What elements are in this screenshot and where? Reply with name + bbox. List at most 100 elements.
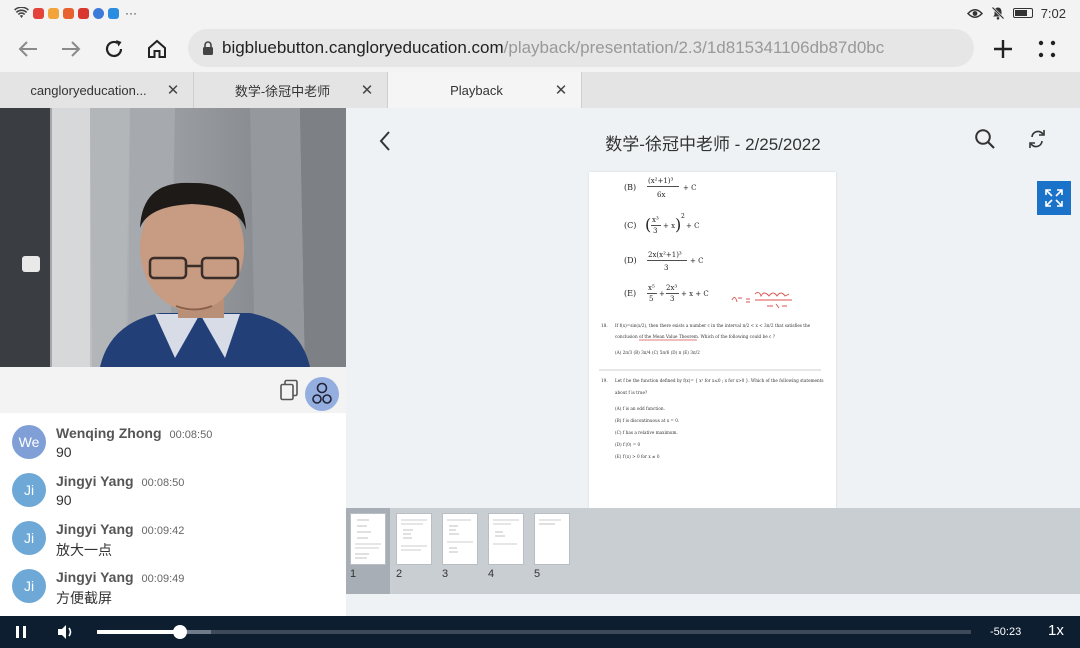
time-remaining: -50:23	[990, 626, 1022, 638]
thumbnail[interactable]: 4	[484, 508, 528, 594]
sender-name: Jingyi Yang	[56, 569, 134, 585]
message-time[interactable]: 00:08:50	[170, 429, 213, 441]
player-controls: -50:23 1x	[0, 616, 1080, 648]
webcam-video[interactable]	[0, 108, 346, 367]
message-body: Jingyi Yang 00:09:49 方便截屏	[56, 569, 184, 606]
svg-text:3: 3	[670, 295, 674, 303]
thumbnail[interactable]: 5	[530, 508, 574, 594]
svg-text:+ x + C: + x + C	[681, 290, 709, 298]
thumbnail-page	[534, 513, 570, 565]
thumbnail-page	[350, 513, 386, 565]
svg-text:+ C: + C	[690, 257, 703, 265]
menu-button[interactable]	[1027, 29, 1067, 69]
clock: 7:02	[1040, 5, 1066, 21]
new-tab-button[interactable]	[983, 29, 1023, 69]
message-header: Jingyi Yang 00:09:49	[56, 569, 184, 585]
copy-button[interactable]	[279, 379, 299, 406]
swap-layout-icon	[312, 382, 332, 404]
avatar: Ji	[12, 473, 46, 507]
svg-text:(C) f has a relative maximum: (C) f has a relative maximum.	[615, 430, 678, 435]
search-icon	[975, 129, 995, 149]
message-body: Jingyi Yang 00:08:50 90	[56, 473, 184, 509]
reload-button[interactable]	[94, 29, 134, 69]
status-right: 7:02	[966, 5, 1066, 21]
back-button[interactable]	[8, 29, 48, 69]
tab-playback[interactable]: Playback ✕	[388, 72, 582, 108]
svg-text:conclusion of the Mean Value T: conclusion of the Mean Value Theorem. Wh…	[615, 334, 776, 339]
chat-panel[interactable]: We Wenqing Zhong 00:08:50 90 Ji Jingyi Y…	[0, 413, 346, 616]
swap-button[interactable]	[1026, 128, 1050, 152]
sender-name: Jingyi Yang	[56, 473, 134, 489]
message-text: 方便截屏	[56, 590, 112, 606]
thumbnail[interactable]: 2	[392, 508, 436, 594]
thumbnail-number: 2	[396, 568, 403, 580]
expand-icon	[1045, 189, 1063, 207]
message-body: Wenqing Zhong 00:08:50 90	[56, 425, 212, 461]
avatar: We	[12, 425, 46, 459]
presentation-area: 数学-徐冠中老师 - 2/25/2022 (B) (x²+1)³ 6x + C …	[346, 108, 1080, 508]
sender-name: Jingyi Yang	[56, 521, 134, 537]
pause-button[interactable]	[12, 624, 30, 640]
webcam-toolbar	[0, 367, 346, 413]
arrow-right-icon	[62, 41, 81, 57]
svg-text:(D): (D)	[624, 256, 637, 265]
svg-text:18.: 18.	[601, 323, 608, 328]
search-button[interactable]	[974, 128, 998, 152]
screen: ··· 7:02 bigbluebutton.cangloryeducation…	[0, 0, 1080, 648]
seek-handle[interactable]	[173, 625, 188, 639]
progress-bar	[97, 630, 181, 634]
thumbnail[interactable]: 3	[438, 508, 482, 594]
thumbnail-page	[488, 513, 524, 565]
address-bar[interactable]: bigbluebutton.cangloryeducation.com/play…	[188, 29, 974, 67]
url-text: bigbluebutton.cangloryeducation.com/play…	[222, 38, 884, 58]
seek-bar[interactable]	[97, 625, 971, 639]
svg-text:Let f be the function defined: Let f be the function defined by f(x)= {…	[615, 378, 824, 383]
thumbnail-page	[396, 513, 432, 565]
thumbnail-number: 5	[534, 568, 541, 580]
message-time[interactable]: 00:09:42	[142, 525, 185, 537]
svg-text:19.: 19.	[601, 378, 608, 383]
avatar: Ji	[12, 569, 46, 603]
presentation-title: 数学-徐冠中老师 - 2/25/2022	[605, 135, 821, 154]
close-icon[interactable]: ✕	[553, 81, 569, 99]
forward-button[interactable]	[51, 29, 91, 69]
fullscreen-button[interactable]	[1037, 181, 1071, 215]
thumbnail-number: 4	[488, 568, 495, 580]
overflow-indicator: ···	[125, 6, 137, 20]
slide-page[interactable]: (B) (x²+1)³ 6x + C (C) ( x³ 3 + x ) 2 + …	[589, 172, 836, 508]
svg-text:6x: 6x	[657, 191, 665, 199]
tab-label: 数学-徐冠中老师	[234, 83, 331, 99]
svg-text:(: (	[645, 215, 651, 234]
close-icon[interactable]: ✕	[165, 81, 181, 99]
svg-text:+ C: + C	[683, 184, 696, 192]
message-header: Wenqing Zhong 00:08:50	[56, 425, 212, 441]
message-time[interactable]: 00:09:49	[142, 573, 185, 585]
plus-icon	[994, 40, 1012, 58]
thumbnail-number: 3	[442, 568, 449, 580]
arrow-left-icon	[18, 41, 37, 57]
tab-math-class[interactable]: 数学-徐冠中老师 ✕	[194, 72, 388, 108]
message-text: 90	[56, 492, 72, 508]
playback-speed-button[interactable]: 1x	[1048, 622, 1064, 639]
copy-icon	[280, 379, 298, 401]
svg-text:3: 3	[664, 264, 668, 272]
home-button[interactable]	[137, 29, 177, 69]
tab-cangloryeducation[interactable]: cangloryeducation... ✕	[0, 72, 194, 108]
lock-icon	[203, 40, 213, 55]
swap-layout-button[interactable]	[305, 377, 339, 411]
tab-label: cangloryeducation...	[30, 82, 147, 98]
thumbnail[interactable]: 1	[346, 508, 390, 594]
chat-message: Ji Jingyi Yang 00:08:50 90	[0, 461, 346, 509]
svg-text:about f is true?: about f is true?	[615, 390, 648, 395]
message-text: 90	[56, 444, 72, 460]
close-icon[interactable]: ✕	[359, 81, 375, 99]
app-notification-icon	[33, 7, 44, 19]
volume-button[interactable]	[56, 623, 76, 641]
status-left: ···	[14, 6, 137, 20]
presenter-video-frame	[0, 108, 346, 367]
svg-text:2x³: 2x³	[666, 284, 677, 292]
svg-text:(D) f′(0) = 0: (D) f′(0) = 0	[615, 442, 641, 447]
message-header: Jingyi Yang 00:08:50	[56, 473, 184, 489]
svg-text:x⁵: x⁵	[648, 284, 655, 292]
message-time[interactable]: 00:08:50	[142, 477, 185, 489]
